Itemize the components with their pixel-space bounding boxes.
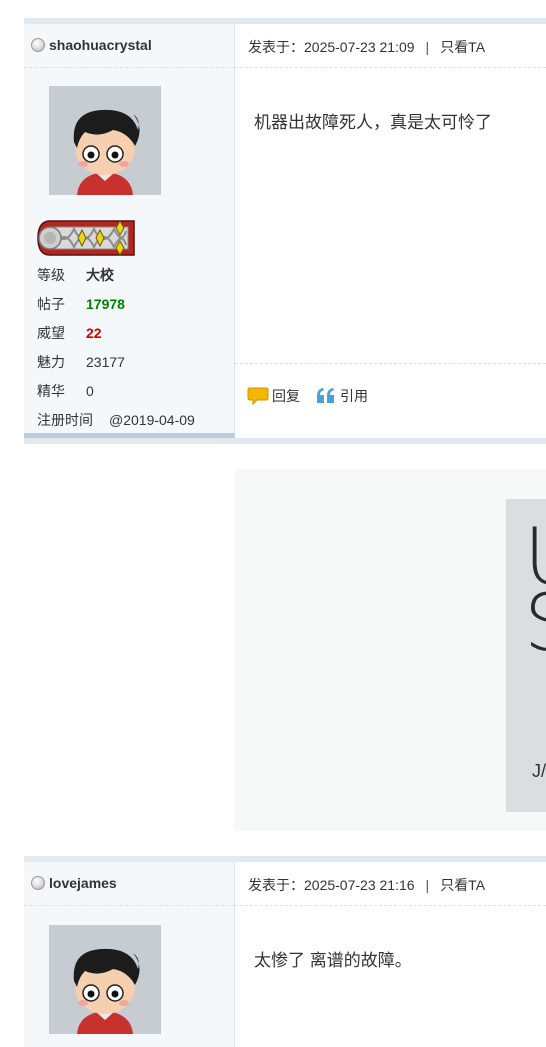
post-content: 太惨了 离谱的故障。 <box>254 951 412 970</box>
post-datetime: 2025-07-23 21:16 <box>304 877 415 893</box>
post-content: 机器出故障死人，真是太可怜了 <box>254 113 492 132</box>
stat-value: 大校 <box>86 267 114 283</box>
stat-value: 22 <box>86 325 102 341</box>
speech-bubble-icon <box>247 386 269 411</box>
post-datetime: 2025-07-23 21:09 <box>304 39 415 55</box>
reply-label: 回复 <box>272 388 300 404</box>
avatar-image <box>49 925 161 1034</box>
poster-letter: S <box>524 585 546 663</box>
stat-level: 等级 大校 <box>37 261 232 290</box>
rank-shoulder-badge-icon <box>36 217 136 259</box>
embedded-image-poster: U S J/ <box>506 499 546 812</box>
username-link[interactable]: shaohuacrystal <box>49 37 152 53</box>
only-ta-link[interactable]: 只看TA <box>440 39 485 55</box>
stat-label: 注册时间 <box>37 412 93 428</box>
stat-charm: 魅力 23177 <box>37 348 232 377</box>
post-1: shaohuacrystal 等级 大校 帖子 17978 威望 22 魅力 2… <box>24 18 546 444</box>
reply-button[interactable]: 回复 <box>247 386 307 406</box>
post-2: lovejames 发表于：2025-07-23 21:16 | 只看TA 太惨… <box>24 856 546 1047</box>
post-main: 发表于：2025-07-23 21:16 | 只看TA 太惨了 离谱的故障。 <box>235 862 546 1047</box>
avatar-image <box>49 86 161 195</box>
quote-marks-icon <box>315 386 337 411</box>
post-main: 发表于：2025-07-23 21:09 | 只看TA 机器出故障死人，真是太可怜了… <box>235 24 546 438</box>
post-meta: 发表于：2025-07-23 21:09 | 只看TA <box>248 37 485 57</box>
stat-register-date: 注册时间 @2019-04-09 <box>37 406 232 435</box>
meta-prefix: 发表于： <box>248 877 304 893</box>
only-ta-link[interactable]: 只看TA <box>440 877 485 893</box>
stat-value: @2019-04-09 <box>109 412 195 428</box>
quote-button[interactable]: 引用 <box>315 386 375 406</box>
stat-prestige: 威望 22 <box>37 319 232 348</box>
stat-value: 17978 <box>86 296 125 312</box>
username-row: lovejames <box>24 862 234 906</box>
offline-status-icon <box>31 38 45 52</box>
post-actions: 回复 引用 <box>235 363 546 423</box>
stat-value: 0 <box>86 383 94 399</box>
stat-label: 精华 <box>37 383 65 399</box>
username-link[interactable]: lovejames <box>49 875 117 891</box>
quote-label: 引用 <box>340 388 368 404</box>
meta-prefix: 发表于： <box>248 39 304 55</box>
embedded-image[interactable]: U S J/ <box>234 469 546 831</box>
stat-label: 魅力 <box>37 354 65 370</box>
stat-label: 威望 <box>37 325 65 341</box>
user-sidebar: shaohuacrystal 等级 大校 帖子 17978 威望 22 魅力 2… <box>24 24 235 438</box>
stat-digest: 精华 0 <box>37 377 232 406</box>
user-sidebar: lovejames <box>24 862 235 1047</box>
offline-status-icon <box>31 876 45 890</box>
post-meta-row: 发表于：2025-07-23 21:16 | 只看TA <box>235 862 546 906</box>
poster-small-text: J/ <box>532 761 546 781</box>
meta-separator: | <box>425 877 430 893</box>
post-meta: 发表于：2025-07-23 21:16 | 只看TA <box>248 875 485 895</box>
post-meta-row: 发表于：2025-07-23 21:09 | 只看TA <box>235 24 546 68</box>
stat-label: 帖子 <box>37 296 65 312</box>
stat-posts: 帖子 17978 <box>37 290 232 319</box>
avatar[interactable] <box>49 925 161 1034</box>
stat-value: 23177 <box>86 354 125 370</box>
username-row: shaohuacrystal <box>24 24 234 68</box>
user-stats: 等级 大校 帖子 17978 威望 22 魅力 23177 精华 0 注册时间 … <box>37 261 232 435</box>
avatar[interactable] <box>49 86 161 195</box>
stat-label: 等级 <box>37 267 65 283</box>
meta-separator: | <box>425 39 430 55</box>
